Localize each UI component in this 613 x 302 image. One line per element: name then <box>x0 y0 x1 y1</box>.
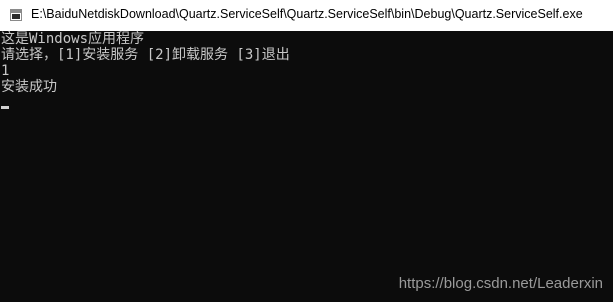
console-window: E:\BaiduNetdiskDownload\Quartz.ServiceSe… <box>0 0 613 302</box>
console-app-icon <box>10 9 22 21</box>
window-title: E:\BaiduNetdiskDownload\Quartz.ServiceSe… <box>31 7 583 21</box>
console-line: 安装成功 <box>1 79 57 95</box>
title-bar[interactable]: E:\BaiduNetdiskDownload\Quartz.ServiceSe… <box>0 0 613 31</box>
console-line: 1 <box>1 63 10 79</box>
console-line: 请选择，[1]安装服务 [2]卸载服务 [3]退出 <box>1 47 290 63</box>
watermark-url: https://blog.csdn.net/Leaderxin <box>398 275 603 292</box>
text-cursor <box>1 106 9 109</box>
console-line: 这是Windows应用程序 <box>1 31 145 47</box>
console-output[interactable]: 这是Windows应用程序 请选择，[1]安装服务 [2]卸载服务 [3]退出 … <box>0 31 613 302</box>
